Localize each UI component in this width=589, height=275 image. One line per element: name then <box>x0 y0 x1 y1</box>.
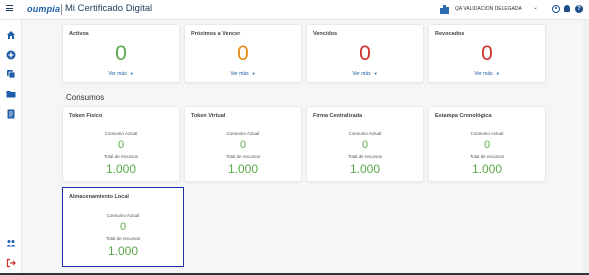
total-value: 1.000 <box>107 244 139 258</box>
caret-down-icon: ▼ <box>129 71 134 76</box>
status-card-revocados: Revocados 0 Ver más ▼ <box>428 24 546 83</box>
users-icon[interactable] <box>6 238 16 248</box>
ver-mas-link[interactable]: Ver más ▼ <box>63 71 179 77</box>
total-value: 1.000 <box>227 162 259 176</box>
help-icon[interactable]: ? <box>575 5 583 13</box>
organization-icon <box>440 5 449 14</box>
card-title: Estampa Cronológica <box>435 113 492 119</box>
current-label: Consumo Actual <box>226 131 260 136</box>
current-label: Consumo Actual <box>104 131 138 136</box>
card-title: Revocados <box>435 31 465 37</box>
current-value: 0 <box>483 139 491 151</box>
home-icon[interactable] <box>6 30 16 40</box>
total-value: 1.000 <box>471 162 503 176</box>
current-label: Consumo Actual <box>348 131 382 136</box>
bell-icon[interactable] <box>564 5 570 12</box>
consumo-card-firma-centralizada: Firma Centralizada Consumo Actual 0 Tota… <box>306 106 424 182</box>
menu-icon[interactable] <box>6 5 13 11</box>
consumo-card-token-fisico: Token Físico Consumo Actual 0 Total de r… <box>62 106 180 182</box>
card-title: Vencidos <box>313 31 338 37</box>
card-title: Token Físico <box>69 113 103 119</box>
caret-down-icon: ▼ <box>495 71 500 76</box>
total-label: Total de recursos <box>225 154 261 159</box>
organization-selector[interactable]: QA VALIDACION DELEGADA <box>455 6 522 12</box>
current-value: 0 <box>239 139 247 151</box>
sidebar <box>0 20 22 273</box>
folder-icon[interactable] <box>6 89 16 99</box>
card-title: Firma Centralizada <box>313 113 363 119</box>
app-title: Mi Certificado Digital <box>65 3 153 14</box>
document-icon[interactable] <box>6 109 16 119</box>
total-label: Total de recursos <box>105 236 141 241</box>
add-circle-icon[interactable] <box>6 50 16 60</box>
status-value: 0 <box>237 42 249 65</box>
consumo-card-almacenamiento-local: Almacenamiento Local Consumo Actual 0 To… <box>62 187 184 267</box>
status-card-proximos-a-vencer: Próximos a Vencer 0 Ver más ▼ <box>184 24 302 83</box>
consumo-card-estampa-cronologica: Estampa Cronológica Consumo Actual 0 Tot… <box>428 106 546 182</box>
status-value: 0 <box>115 42 127 65</box>
total-value: 1.000 <box>349 162 381 176</box>
vertical-scrollbar[interactable] <box>583 20 589 273</box>
section-title-consumos: Consumos <box>66 93 105 102</box>
status-card-activos: Activos 0 Ver más ▼ <box>62 24 180 83</box>
total-label: Total de recursos <box>103 154 139 159</box>
ver-mas-link[interactable]: Ver más ▼ <box>307 71 423 77</box>
status-value: 0 <box>481 42 493 65</box>
total-value: 1.000 <box>105 162 137 176</box>
user-icon[interactable] <box>552 5 560 13</box>
certificates-icon[interactable] <box>6 69 16 79</box>
logo-divider <box>61 4 62 15</box>
current-value: 0 <box>117 139 125 151</box>
total-label: Total de recursos <box>347 154 383 159</box>
total-label: Total de recursos <box>469 154 505 159</box>
current-value: 0 <box>119 221 127 233</box>
card-title: Almacenamiento Local <box>69 194 129 200</box>
current-value: 0 <box>361 139 369 151</box>
ver-mas-link[interactable]: Ver más ▼ <box>429 71 545 77</box>
ver-mas-link[interactable]: Ver más ▼ <box>185 71 301 77</box>
logo: oumpia <box>27 4 61 14</box>
status-card-vencidos: Vencidos 0 Ver más ▼ <box>306 24 424 83</box>
consumo-card-token-virtual: Token Virtual Consumo Actual 0 Total de … <box>184 106 302 182</box>
caret-down-icon: ▼ <box>373 71 378 76</box>
logout-icon[interactable] <box>6 258 16 268</box>
card-title: Próximos a Vencer <box>191 31 241 37</box>
chevron-down-icon[interactable]: ⌄ <box>533 4 538 11</box>
status-value: 0 <box>359 42 371 65</box>
card-title: Token Virtual <box>191 113 226 119</box>
current-label: Consumo Actual <box>106 213 140 218</box>
caret-down-icon: ▼ <box>251 71 256 76</box>
current-label: Consumo Actual <box>470 131 504 136</box>
card-title: Activos <box>69 31 89 37</box>
top-bar: oumpia Mi Certificado Digital QA VALIDAC… <box>0 0 589 20</box>
